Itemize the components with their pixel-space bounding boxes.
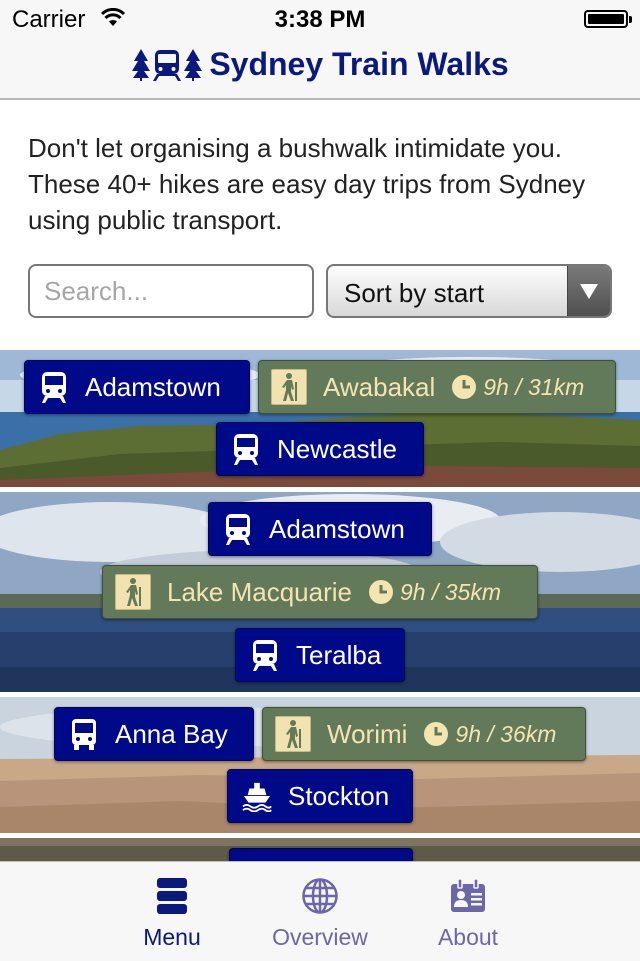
app-title: Sydney Train Walks xyxy=(0,46,640,83)
tab-about-label: About xyxy=(437,924,499,950)
start-station-button[interactable]: Anna Bay xyxy=(54,707,254,761)
nav-bar: Sydney Train Walks xyxy=(0,40,640,100)
walk-card[interactable] xyxy=(0,838,640,861)
walk-duration: 9h / 31km xyxy=(483,373,585,400)
menu-icon xyxy=(157,878,187,919)
train-trees-logo-icon xyxy=(132,49,203,81)
globe-icon xyxy=(302,878,338,919)
tab-menu-label: Menu xyxy=(143,924,201,950)
bus-icon xyxy=(69,717,99,751)
chevron-down-icon[interactable] xyxy=(567,266,610,316)
sort-select-value: Sort by start xyxy=(344,278,485,308)
start-station-button[interactable]: Adamstown xyxy=(208,502,432,556)
tab-overview-label: Overview xyxy=(272,924,368,950)
walk-card[interactable]: Anna Bay Worimi 9h / 36km Stockton xyxy=(0,697,640,833)
walk-name: Awabakal xyxy=(323,371,436,402)
end-station-label: Teralba xyxy=(296,639,382,670)
train-icon xyxy=(231,432,261,466)
end-station-button[interactable]: Teralba xyxy=(235,628,405,682)
clock-icon xyxy=(451,374,477,400)
train-icon xyxy=(223,512,253,546)
end-station-button[interactable]: Stockton xyxy=(227,769,413,823)
start-station-button[interactable] xyxy=(229,848,413,861)
walk-route-button[interactable]: Worimi 9h / 36km xyxy=(262,707,586,761)
clock-time: 3:38 PM xyxy=(274,6,366,33)
tab-about[interactable]: About xyxy=(398,862,538,961)
hiker-icon xyxy=(271,369,307,405)
start-station-label: Adamstown xyxy=(269,513,405,544)
sort-select[interactable]: Sort by start xyxy=(326,264,612,318)
walk-card[interactable]: Adamstown Lake Macquarie 9h / 35km Teral… xyxy=(0,492,640,692)
train-icon xyxy=(39,370,69,404)
tab-menu[interactable]: Menu xyxy=(102,862,242,961)
hiker-icon xyxy=(275,716,311,752)
contact-card-icon xyxy=(450,878,486,919)
intro-text: Don't let organising a bushwalk intimida… xyxy=(28,133,586,235)
walk-duration: 9h / 35km xyxy=(400,578,501,605)
clock-icon xyxy=(423,721,449,747)
walk-name: Lake Macquarie xyxy=(167,576,352,607)
start-station-label: Adamstown xyxy=(85,371,221,402)
walk-route-button[interactable]: Lake Macquarie 9h / 35km xyxy=(102,565,538,619)
end-station-button[interactable]: Newcastle xyxy=(216,422,424,476)
end-station-label: Newcastle xyxy=(277,433,397,464)
end-station-label: Stockton xyxy=(288,780,390,811)
clock-icon xyxy=(368,579,394,605)
ferry-icon xyxy=(242,779,272,813)
walk-duration: 9h / 36km xyxy=(455,720,557,747)
train-icon xyxy=(250,638,280,672)
tab-overview[interactable]: Overview xyxy=(250,862,390,961)
app-title-text: Sydney Train Walks xyxy=(209,46,509,82)
start-station-button[interactable]: Adamstown xyxy=(24,360,250,414)
hiker-icon xyxy=(115,574,151,610)
start-station-label: Anna Bay xyxy=(115,718,228,749)
battery-icon xyxy=(584,10,632,28)
walk-card[interactable]: Adamstown Awabakal 9h / 31km Newcastle xyxy=(0,350,640,487)
tab-bar: Menu Overview About xyxy=(0,861,640,961)
walk-name: Worimi xyxy=(327,718,408,749)
search-input[interactable] xyxy=(28,264,314,318)
walk-route-button[interactable]: Awabakal 9h / 31km xyxy=(258,360,616,414)
status-bar: Carrier 3:38 PM xyxy=(0,0,640,40)
